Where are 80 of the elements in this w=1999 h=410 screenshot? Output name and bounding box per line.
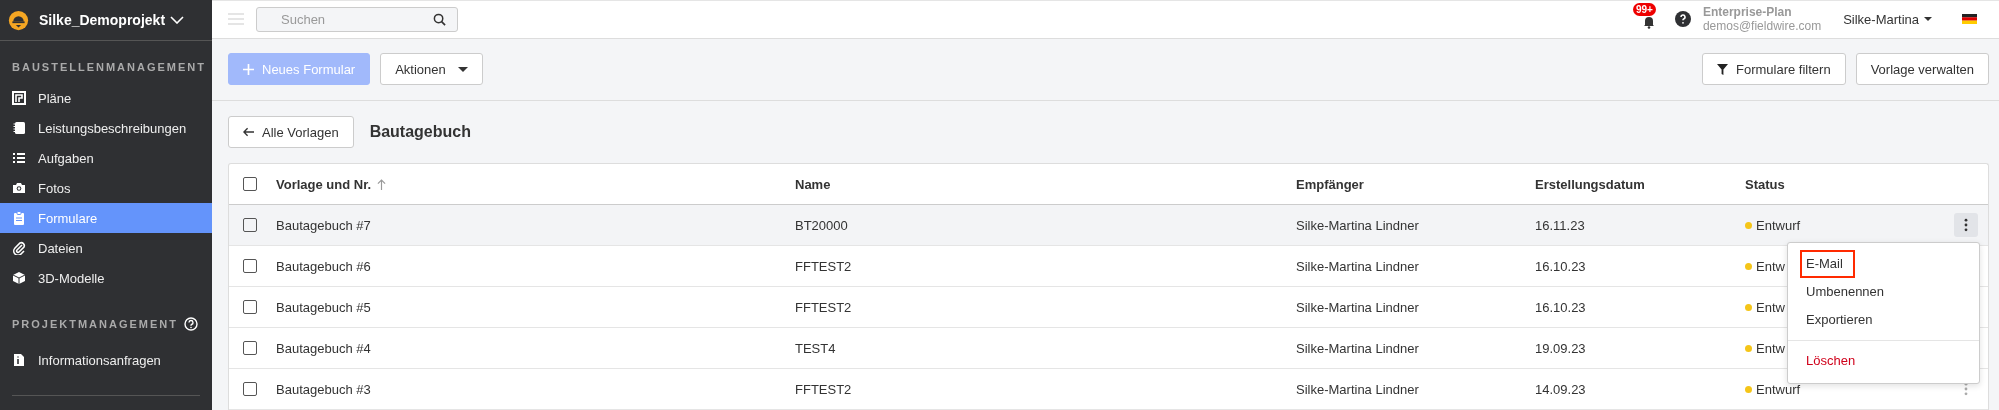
- sidebar-item[interactable]: Aufgaben: [0, 143, 212, 173]
- search-field[interactable]: Suchen: [256, 6, 458, 32]
- plus-icon: [243, 63, 254, 75]
- status-label: Entw: [1756, 299, 1785, 315]
- column-header[interactable]: Vorlage und Nr.: [276, 176, 372, 192]
- flag-icon[interactable]: [1962, 14, 1977, 25]
- chevron-down-icon: [170, 16, 184, 24]
- helmet-logo-icon: [8, 9, 29, 31]
- table-cell: FFTEST2: [795, 299, 852, 315]
- clipboard-icon: [12, 211, 26, 225]
- section-heading: BAUSTELLENMANAGEMENT: [12, 61, 206, 73]
- checkbox[interactable]: [243, 382, 257, 396]
- caret-icon: [1924, 17, 1932, 22]
- table-cell: Bautagebuch #5: [276, 299, 371, 315]
- column-header[interactable]: Erstellungsdatum: [1535, 176, 1645, 192]
- table-cell: Bautagebuch #7: [276, 217, 371, 233]
- floor-plan-icon: [12, 91, 26, 105]
- camera-icon: [12, 181, 26, 195]
- table-cell: Silke-Martina Lindner: [1296, 299, 1419, 315]
- filter-icon: [1717, 63, 1728, 75]
- back-button[interactable]: Alle Vorlagen: [228, 116, 354, 148]
- sidebar-item[interactable]: Fotos: [0, 173, 212, 203]
- arrow-left-icon: [243, 127, 254, 137]
- status-label: Entw: [1756, 258, 1785, 274]
- table-cell: Silke-Martina Lindner: [1296, 217, 1419, 233]
- status-label: Entwurf: [1756, 381, 1801, 397]
- table-cell: 14.09.23: [1535, 381, 1586, 397]
- table-cell: TEST4: [795, 340, 836, 356]
- sidebar-item[interactable]: Informationsanfragen: [0, 345, 212, 375]
- plan-name: Enterprise-Plan: [1702, 5, 1793, 20]
- more-options-button[interactable]: [1954, 213, 1978, 237]
- sidebar-item[interactable]: Leistungsbeschreibungen: [0, 113, 212, 143]
- sidebar-item[interactable]: 3D-Modelle: [0, 263, 212, 293]
- caret-icon: [457, 66, 468, 72]
- table-cell: Silke-Martina Lindner: [1296, 258, 1419, 274]
- paperclip-icon: [12, 241, 26, 255]
- notebook-icon: [12, 121, 26, 135]
- info-document-icon: [12, 353, 26, 367]
- search-icon: [433, 12, 446, 26]
- list-icon: [12, 151, 26, 165]
- checkbox[interactable]: [243, 300, 257, 314]
- checkbox[interactable]: [243, 341, 257, 355]
- manage-template-button[interactable]: Vorlage verwalten: [1855, 53, 1989, 86]
- kebab-icon: [1964, 218, 1968, 232]
- checkbox[interactable]: [243, 259, 257, 273]
- column-header[interactable]: Status: [1745, 176, 1785, 192]
- sidebar-item[interactable]: Dateien: [0, 233, 212, 263]
- user-menu[interactable]: Silke-Martina: [1843, 11, 1932, 27]
- table-cell: 16.10.23: [1535, 258, 1586, 274]
- table-row[interactable]: Bautagebuch #7 BT20000 Silke-Martina Lindner 16.11.23 Entwurf: [229, 205, 1988, 246]
- table-cell: Bautagebuch #4: [276, 340, 371, 356]
- table-cell: BT20000: [795, 217, 848, 233]
- help-icon[interactable]: [184, 317, 198, 331]
- table-cell: 19.09.23: [1535, 340, 1586, 356]
- cube-icon: [12, 271, 26, 285]
- notification-badge: 99+: [1632, 3, 1656, 17]
- checkbox[interactable]: [243, 177, 257, 191]
- table-cell: Bautagebuch #6: [276, 258, 371, 274]
- table-cell: Silke-Martina Lindner: [1296, 381, 1419, 397]
- column-header[interactable]: Name: [795, 176, 831, 192]
- sidebar-item[interactable]: Pläne: [0, 83, 212, 113]
- menu-item[interactable]: E-Mail: [1800, 250, 1855, 278]
- table-cell: 16.11.23: [1535, 217, 1585, 233]
- table-cell: FFTEST2: [795, 381, 852, 397]
- table-cell: Bautagebuch #3: [276, 381, 371, 397]
- column-header[interactable]: Empfänger: [1296, 176, 1364, 192]
- help-icon[interactable]: [1674, 11, 1691, 28]
- sort-arrow-icon[interactable]: [377, 178, 387, 190]
- table-cell: FFTEST2: [795, 258, 852, 274]
- status-label: Entw: [1756, 340, 1785, 356]
- actions-button[interactable]: Aktionen: [380, 53, 483, 86]
- table-cell: 16.10.23: [1535, 299, 1586, 315]
- table-cell: Silke-Martina Lindner: [1296, 340, 1419, 356]
- page-title: Bautagebuch: [369, 123, 471, 141]
- status-label: Entwurf: [1756, 217, 1801, 233]
- filter-button[interactable]: Formulare filtern: [1702, 53, 1846, 86]
- project-switcher[interactable]: Silke_Demoprojekt: [0, 0, 212, 41]
- checkbox[interactable]: [243, 218, 257, 232]
- account-email: demos@fieldwire.com: [1702, 19, 1822, 34]
- section-heading: PROJEKTMANAGEMENT: [12, 318, 178, 330]
